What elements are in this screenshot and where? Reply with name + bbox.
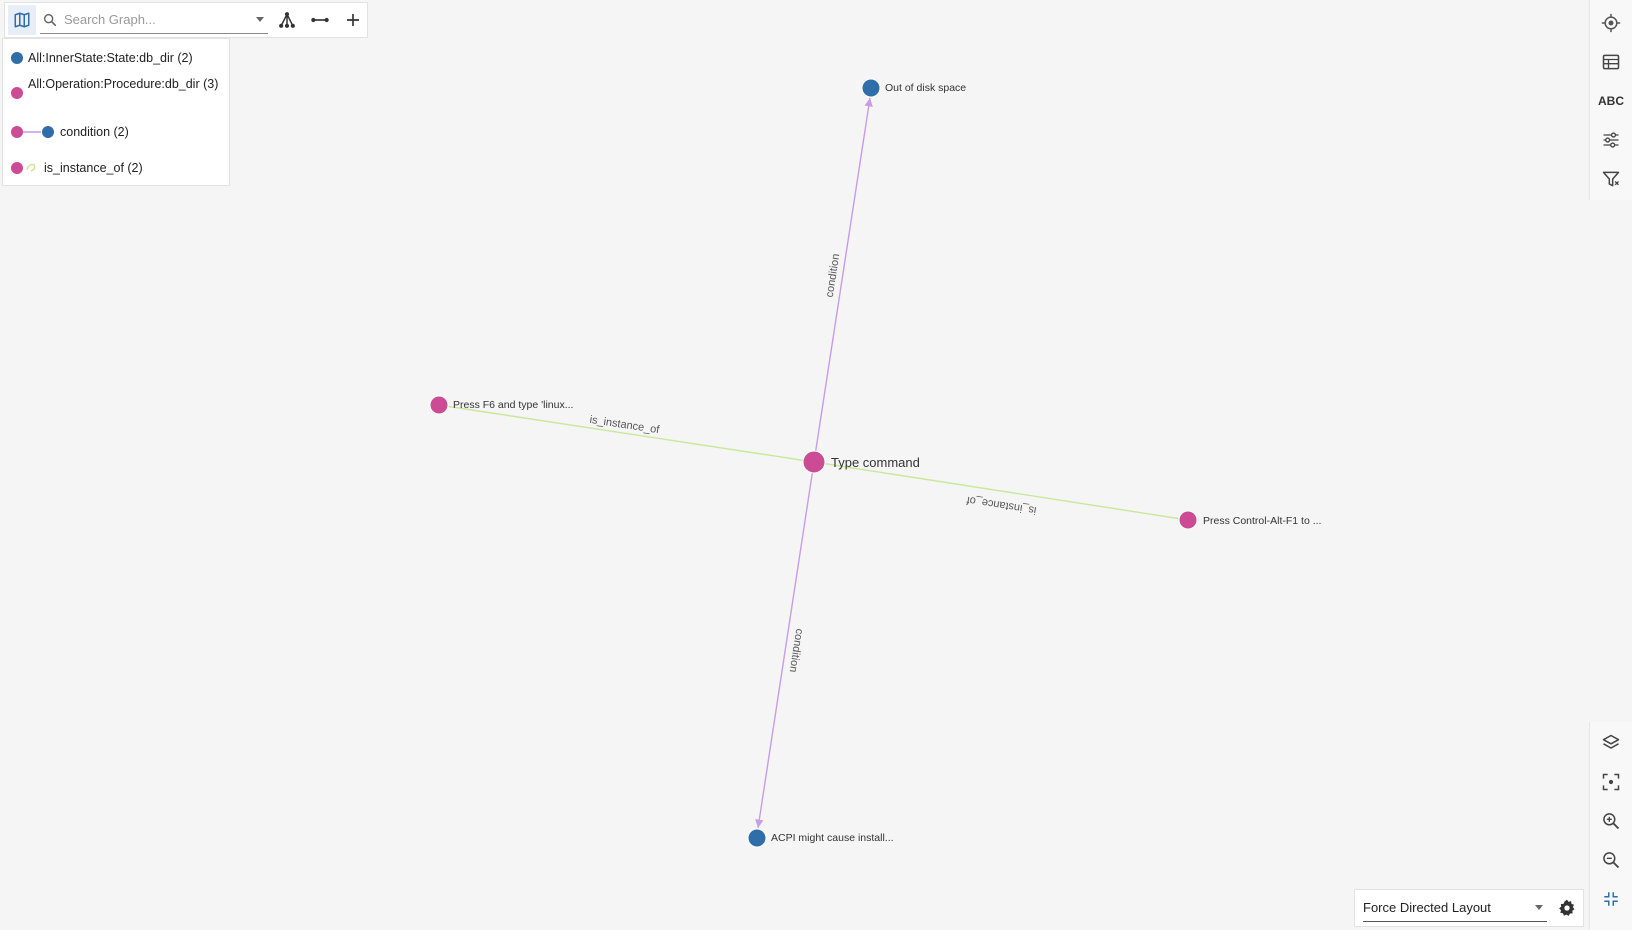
zoom-in-icon[interactable]	[1593, 803, 1629, 839]
sliders-icon[interactable]	[1593, 122, 1629, 158]
gear-icon[interactable]	[1553, 894, 1581, 922]
edge-condition-up[interactable]	[813, 97, 873, 463]
fit-screen-icon[interactable]	[1593, 764, 1629, 800]
node-label: ACPI might cause install...	[771, 832, 894, 844]
node-label: Press Control-Alt-F1 to ...	[1203, 515, 1321, 527]
layers-icon[interactable]	[1593, 725, 1629, 761]
abc-icon[interactable]: ABC	[1593, 83, 1629, 119]
filter-icon[interactable]	[1593, 161, 1629, 197]
connect-icon[interactable]	[306, 6, 334, 34]
legend-item-innerstate[interactable]: All:InnerState:State:db_dir (2)	[11, 49, 193, 67]
hierarchy-icon[interactable]	[273, 6, 301, 34]
legend-label: All:InnerState:State:db_dir (2)	[28, 51, 193, 65]
layout-select[interactable]: Force Directed Layout	[1363, 895, 1547, 922]
right-toolbar-top: ABC	[1589, 0, 1632, 200]
legend-item-is-instance-of[interactable]: is_instance_of (2)	[11, 159, 143, 177]
legend-panel: All:InnerState:State:db_dir (2) All:Oper…	[2, 38, 230, 186]
graph-node-out-of-disk[interactable]: Out of disk space	[861, 78, 966, 98]
edge-is-instance-of-left[interactable]	[438, 404, 815, 463]
edge-label: is_instance_of	[965, 494, 1037, 517]
search-input[interactable]	[60, 8, 256, 31]
graph-canvas[interactable]: condition condition is_instance_of is_in…	[0, 0, 1632, 930]
edge-label: condition	[787, 628, 806, 673]
layout-panel: Force Directed Layout	[1354, 889, 1584, 927]
legend-label: condition (2)	[60, 125, 129, 139]
legend-item-operation[interactable]: All:Operation:Procedure:db_dir (3)	[11, 75, 221, 99]
target-icon[interactable]	[1593, 5, 1629, 41]
graph-node-press-f6[interactable]: Press F6 and type 'linux...	[429, 395, 573, 415]
search-box	[40, 7, 268, 34]
node-label: Type command	[831, 455, 920, 470]
legend-label: All:Operation:Procedure:db_dir (3)	[28, 77, 219, 91]
graph-node-acpi[interactable]: ACPI might cause install...	[747, 828, 894, 848]
abc-label: ABC	[1598, 94, 1624, 108]
map-icon[interactable]	[8, 5, 36, 35]
chevron-down-icon	[1535, 905, 1543, 910]
node-color-dot	[11, 52, 23, 64]
graph-node-type-command[interactable]: Type command	[802, 450, 920, 474]
condition-edge-icon	[11, 126, 54, 138]
table-icon[interactable]	[1593, 44, 1629, 80]
collapse-icon[interactable]	[1593, 881, 1629, 917]
edge-condition-down[interactable]	[755, 461, 815, 829]
right-toolbar-bottom	[1589, 722, 1632, 930]
self-loop-edge-icon	[11, 162, 36, 174]
node-color-dot	[11, 87, 23, 99]
graph-toolbar	[4, 2, 368, 38]
zoom-out-icon[interactable]	[1593, 842, 1629, 878]
node-label: Press F6 and type 'linux...	[453, 399, 573, 411]
legend-item-condition[interactable]: condition (2)	[11, 123, 129, 141]
add-icon[interactable]	[339, 6, 367, 34]
search-icon	[42, 11, 60, 29]
search-dropdown-icon[interactable]	[256, 17, 264, 22]
node-label: Out of disk space	[885, 82, 966, 94]
graph-node-press-ctrl[interactable]: Press Control-Alt-F1 to ...	[1178, 510, 1321, 530]
legend-label: is_instance_of (2)	[44, 161, 143, 175]
layout-select-value: Force Directed Layout	[1363, 900, 1491, 915]
edge-label: condition	[824, 253, 843, 298]
